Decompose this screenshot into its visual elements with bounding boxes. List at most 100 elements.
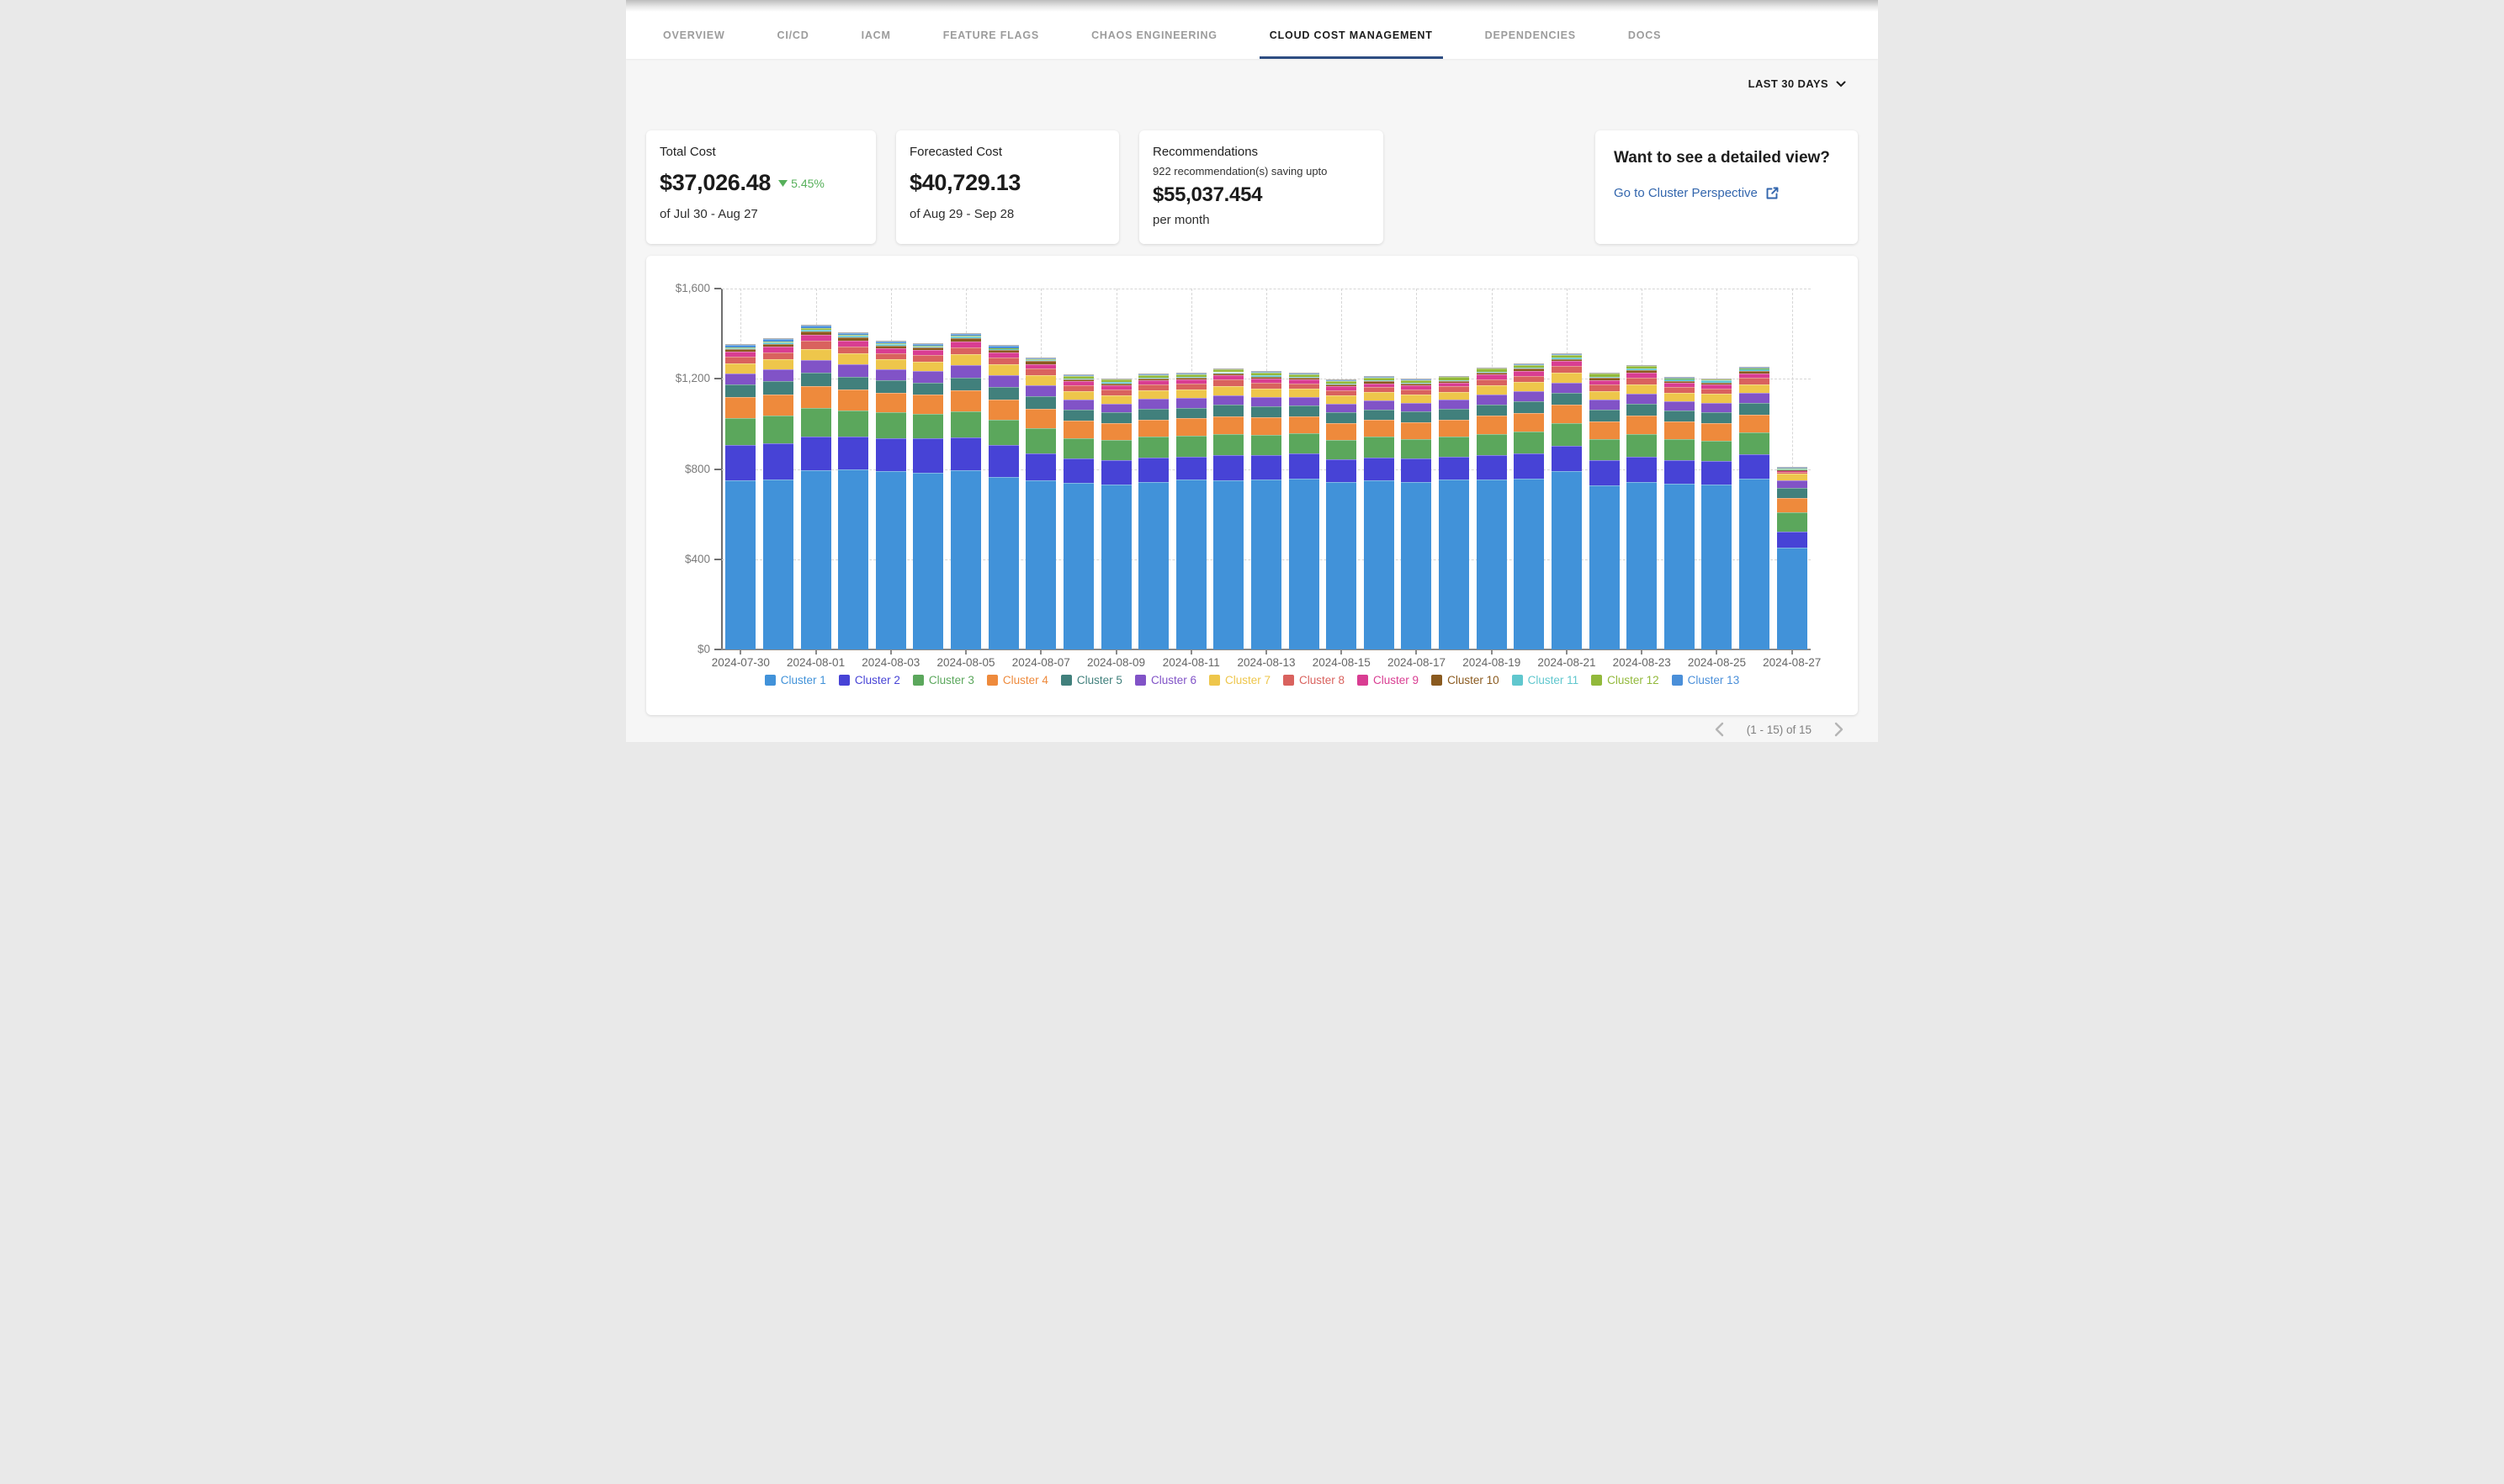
- bar-segment-cluster-9[interactable]: [1439, 383, 1469, 386]
- bar-segment-cluster-11[interactable]: [838, 336, 868, 337]
- bar-segment-cluster-1[interactable]: [1026, 480, 1056, 649]
- bar-segment-cluster-12[interactable]: [1514, 365, 1544, 368]
- stacked-bar-2024-08-16[interactable]: [1364, 289, 1394, 649]
- bar-segment-cluster-3[interactable]: [1626, 434, 1657, 456]
- time-range-selector[interactable]: LAST 30 DAYS: [1748, 77, 1846, 90]
- bar-segment-cluster-7[interactable]: [1701, 394, 1732, 402]
- bar-segment-cluster-8[interactable]: [1589, 384, 1620, 391]
- chevron-left-icon[interactable]: [1714, 722, 1725, 737]
- stacked-bar-2024-08-11[interactable]: [1176, 289, 1207, 649]
- bar-segment-cluster-1[interactable]: [1589, 485, 1620, 649]
- bar-segment-cluster-1[interactable]: [1439, 480, 1469, 649]
- bar-segment-cluster-8[interactable]: [1213, 379, 1244, 386]
- bar-segment-cluster-11[interactable]: [1514, 368, 1544, 369]
- bar-segment-cluster-12[interactable]: [1477, 368, 1507, 371]
- bar-segment-cluster-11[interactable]: [1138, 378, 1169, 379]
- bar-segment-cluster-6[interactable]: [1401, 403, 1431, 412]
- bar-segment-cluster-6[interactable]: [989, 375, 1019, 387]
- bar-segment-cluster-12[interactable]: [838, 335, 868, 336]
- bar-segment-cluster-8[interactable]: [838, 347, 868, 354]
- bar-segment-cluster-3[interactable]: [1326, 440, 1356, 460]
- bar-segment-cluster-7[interactable]: [1664, 393, 1695, 401]
- bar-segment-cluster-9[interactable]: [1664, 383, 1695, 387]
- bar-segment-cluster-2[interactable]: [801, 437, 831, 470]
- bar-segment-cluster-6[interactable]: [1289, 397, 1319, 406]
- stacked-bar-2024-08-24[interactable]: [1664, 289, 1695, 649]
- bar-segment-cluster-1[interactable]: [1064, 483, 1094, 649]
- bar-segment-cluster-8[interactable]: [951, 347, 981, 355]
- bar-segment-cluster-4[interactable]: [1176, 418, 1207, 436]
- bar-segment-cluster-8[interactable]: [1439, 386, 1469, 391]
- bar-segment-cluster-2[interactable]: [1589, 460, 1620, 485]
- bar-segment-cluster-4[interactable]: [1101, 423, 1132, 440]
- bar-segment-cluster-7[interactable]: [1626, 384, 1657, 394]
- bar-segment-cluster-2[interactable]: [1439, 457, 1469, 480]
- bar-segment-cluster-8[interactable]: [913, 355, 943, 362]
- bar-segment-cluster-11[interactable]: [1552, 358, 1582, 359]
- bar-segment-cluster-12[interactable]: [725, 347, 756, 348]
- bar-segment-cluster-5[interactable]: [1064, 410, 1094, 421]
- bar-segment-cluster-2[interactable]: [1626, 457, 1657, 482]
- bar-segment-cluster-7[interactable]: [1777, 474, 1807, 480]
- bar-segment-cluster-2[interactable]: [1477, 455, 1507, 480]
- bar-segment-cluster-9[interactable]: [1326, 386, 1356, 390]
- bar-segment-cluster-13[interactable]: [1439, 376, 1469, 378]
- bar-segment-cluster-12[interactable]: [1364, 378, 1394, 380]
- legend-item-cluster-4[interactable]: Cluster 4: [987, 674, 1048, 686]
- bar-segment-cluster-11[interactable]: [1289, 377, 1319, 378]
- stacked-bar-2024-08-04[interactable]: [913, 289, 943, 649]
- bar-segment-cluster-7[interactable]: [1326, 395, 1356, 404]
- bar-segment-cluster-8[interactable]: [1701, 389, 1732, 395]
- bar-segment-cluster-10[interactable]: [1589, 378, 1620, 380]
- bar-segment-cluster-3[interactable]: [1289, 433, 1319, 453]
- bar-segment-cluster-5[interactable]: [1251, 406, 1281, 417]
- bar-segment-cluster-7[interactable]: [1026, 375, 1056, 385]
- bar-segment-cluster-5[interactable]: [1777, 488, 1807, 498]
- bar-segment-cluster-9[interactable]: [1213, 375, 1244, 379]
- bar-segment-cluster-12[interactable]: [1326, 381, 1356, 384]
- bar-segment-cluster-13[interactable]: [1589, 373, 1620, 374]
- bar-segment-cluster-3[interactable]: [1176, 436, 1207, 456]
- bar-segment-cluster-1[interactable]: [1401, 482, 1431, 649]
- bar-segment-cluster-7[interactable]: [1213, 386, 1244, 395]
- bar-segment-cluster-5[interactable]: [913, 383, 943, 395]
- bar-segment-cluster-12[interactable]: [1289, 374, 1319, 377]
- bar-segment-cluster-12[interactable]: [1251, 373, 1281, 375]
- bar-segment-cluster-13[interactable]: [1326, 379, 1356, 381]
- bar-segment-cluster-10[interactable]: [725, 349, 756, 352]
- bar-segment-cluster-3[interactable]: [989, 420, 1019, 446]
- stacked-bar-2024-08-13[interactable]: [1251, 289, 1281, 649]
- bar-segment-cluster-8[interactable]: [801, 341, 831, 348]
- bar-segment-cluster-9[interactable]: [1101, 385, 1132, 390]
- stacked-bar-2024-08-01[interactable]: [801, 289, 831, 649]
- stacked-bar-2024-08-19[interactable]: [1477, 289, 1507, 649]
- bar-segment-cluster-11[interactable]: [763, 342, 793, 344]
- bar-segment-cluster-9[interactable]: [1289, 379, 1319, 383]
- bar-segment-cluster-5[interactable]: [876, 380, 906, 392]
- bar-segment-cluster-1[interactable]: [1176, 480, 1207, 649]
- bar-segment-cluster-1[interactable]: [801, 470, 831, 649]
- bar-segment-cluster-9[interactable]: [1176, 379, 1207, 384]
- bar-segment-cluster-10[interactable]: [913, 347, 943, 350]
- bar-segment-cluster-4[interactable]: [1777, 498, 1807, 512]
- bar-segment-cluster-5[interactable]: [1739, 403, 1769, 414]
- bar-segment-cluster-5[interactable]: [725, 384, 756, 397]
- bar-segment-cluster-11[interactable]: [1251, 375, 1281, 376]
- bar-segment-cluster-6[interactable]: [838, 364, 868, 376]
- bar-segment-cluster-8[interactable]: [876, 353, 906, 360]
- bar-segment-cluster-13[interactable]: [1101, 379, 1132, 380]
- bar-segment-cluster-12[interactable]: [1101, 379, 1132, 382]
- bar-segment-cluster-1[interactable]: [1251, 480, 1281, 649]
- bar-segment-cluster-11[interactable]: [1176, 377, 1207, 378]
- bar-segment-cluster-8[interactable]: [1401, 390, 1431, 395]
- bar-segment-cluster-2[interactable]: [1176, 457, 1207, 480]
- stacked-bar-2024-08-17[interactable]: [1401, 289, 1431, 649]
- bar-segment-cluster-8[interactable]: [1064, 385, 1094, 391]
- bar-segment-cluster-12[interactable]: [1064, 376, 1094, 379]
- bar-segment-cluster-4[interactable]: [1701, 423, 1732, 441]
- bar-segment-cluster-5[interactable]: [1439, 409, 1469, 419]
- bar-segment-cluster-5[interactable]: [1626, 404, 1657, 416]
- bar-segment-cluster-4[interactable]: [1514, 413, 1544, 432]
- bar-segment-cluster-12[interactable]: [1589, 374, 1620, 376]
- bar-segment-cluster-7[interactable]: [989, 364, 1019, 374]
